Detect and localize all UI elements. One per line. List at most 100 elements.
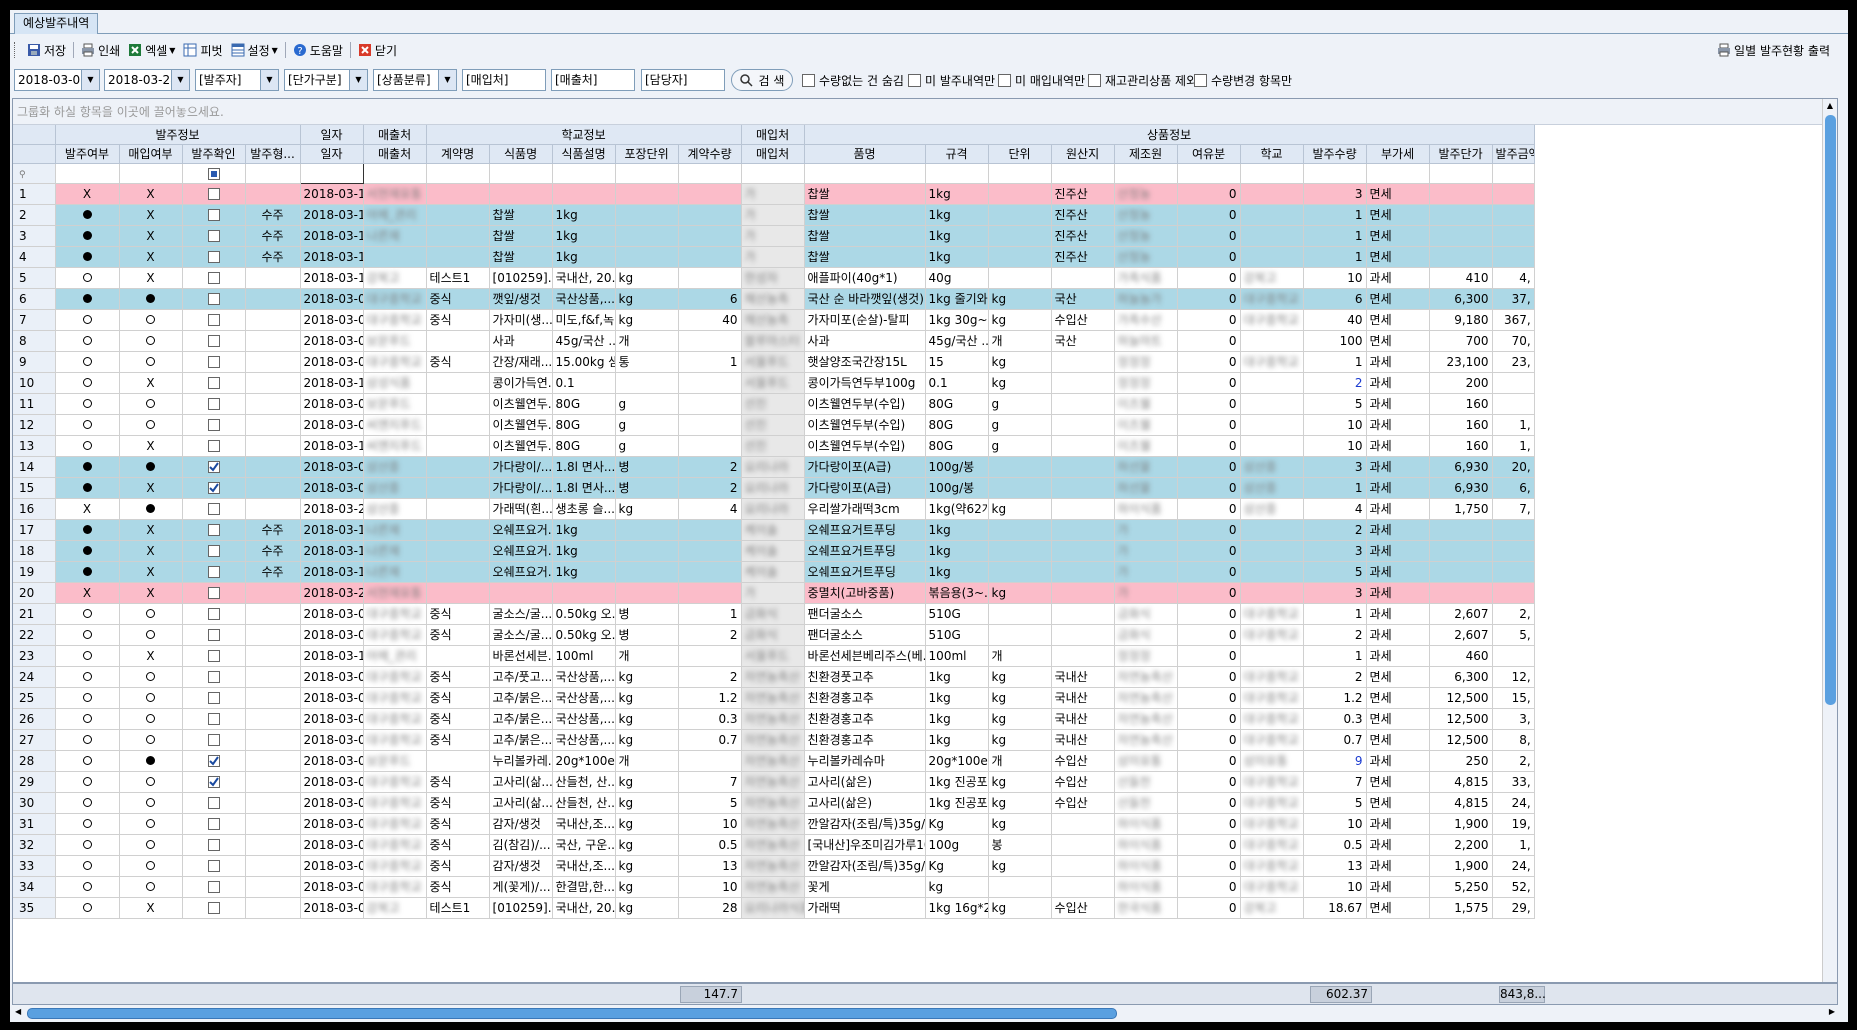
cell-b[interactable]: 자연농축산 — [741, 750, 805, 772]
cell-d[interactable]: 2018-03-10 — [300, 435, 364, 457]
cell-t[interactable] — [245, 834, 301, 856]
cell-pn[interactable]: [국내산]우조미김가루10... — [804, 834, 926, 856]
cell-cn[interactable] — [426, 750, 490, 772]
cell-price[interactable]: 2,200 — [1429, 834, 1493, 856]
cell-b[interactable]: 금화식 — [741, 603, 805, 625]
cell-mk[interactable]: 이츠웰 — [1114, 393, 1178, 415]
cell-fd[interactable]: 80G — [552, 414, 616, 436]
cell-oq[interactable]: 0.3 — [1303, 708, 1367, 730]
cell-t[interactable]: 수주 — [245, 204, 301, 226]
table-row[interactable]: 222018-03-07대구중학교중식굴소스/굴...0.50kg 오...병2… — [13, 624, 1535, 646]
cell-o[interactable] — [55, 708, 120, 730]
filter-cell[interactable] — [489, 163, 553, 184]
order-confirm-checkbox[interactable] — [207, 671, 220, 683]
cell-r[interactable]: 0 — [1177, 309, 1241, 331]
cell-vat[interactable]: 과세 — [1366, 393, 1430, 415]
date-from-field[interactable]: 2018-03-01 ▼ — [14, 69, 100, 91]
cell-p[interactable] — [119, 414, 183, 436]
cell-b[interactable]: 가 — [741, 582, 805, 604]
cell-b[interactable]: 자연농축산 — [741, 666, 805, 688]
cell-t[interactable]: 수주 — [245, 540, 301, 562]
cell-price[interactable] — [1429, 183, 1493, 205]
order-confirm-checkbox[interactable] — [207, 860, 220, 872]
cell-d[interactable]: 2018-03-28 — [300, 582, 364, 604]
cell-fd[interactable]: 1.8l 면사... — [552, 477, 616, 499]
cell-pn[interactable]: 바론선세븐베리주스(베... — [804, 645, 926, 667]
cell-q[interactable]: 5 — [678, 792, 742, 814]
cell-q[interactable] — [678, 183, 742, 205]
cell-r[interactable]: 0 — [1177, 729, 1241, 751]
cell-c[interactable] — [182, 624, 246, 646]
cell-q[interactable] — [678, 204, 742, 226]
cell-d[interactable]: 2018-03-16 — [300, 540, 364, 562]
cell-n[interactable]: 3 — [13, 225, 56, 247]
order-confirm-checkbox[interactable] — [207, 776, 220, 788]
cell-p[interactable] — [119, 729, 183, 751]
cell-b[interactable]: 선진 — [741, 393, 805, 415]
cell-sc[interactable] — [1240, 435, 1304, 457]
cell-or[interactable] — [1051, 561, 1115, 583]
cell-cn[interactable]: 테스트1 — [426, 897, 490, 919]
order-confirm-checkbox[interactable] — [207, 587, 220, 599]
table-row[interactable]: 18X수주2018-03-16나른재오쉐프요거...1kg케이솔오쉐프요거트푸딩… — [13, 540, 1535, 562]
cell-cn[interactable] — [426, 393, 490, 415]
cell-s[interactable]: 보문푸드 — [363, 330, 427, 352]
cell-or[interactable] — [1051, 498, 1115, 520]
cell-pn[interactable]: 중멸치(고바중품) — [804, 582, 926, 604]
cell-fn[interactable]: 고추/붉은... — [489, 687, 553, 709]
cell-r[interactable]: 0 — [1177, 414, 1241, 436]
cell-p[interactable] — [119, 876, 183, 898]
cell-r[interactable]: 0 — [1177, 645, 1241, 667]
cell-d[interactable]: 2018-03-07 — [300, 897, 364, 919]
cell-vat[interactable]: 과세 — [1366, 498, 1430, 520]
cell-u[interactable]: kg — [615, 813, 679, 835]
filter-cell[interactable] — [1240, 163, 1304, 184]
cell-b[interactable]: 자연농축산 — [741, 834, 805, 856]
cell-b[interactable]: 서울푸드 — [741, 372, 805, 394]
cell-price[interactable]: 1,750 — [1429, 498, 1493, 520]
cell-d[interactable]: 2018-03-18 — [300, 561, 364, 583]
cell-p[interactable]: X — [119, 477, 183, 499]
cell-r[interactable]: 0 — [1177, 246, 1241, 268]
cell-vat[interactable]: 과세 — [1366, 414, 1430, 436]
cell-oq[interactable]: 1 — [1303, 603, 1367, 625]
cell-c[interactable] — [182, 435, 246, 457]
cell-sp[interactable]: 1kg — [925, 519, 989, 541]
cell-vat[interactable]: 면세 — [1366, 729, 1430, 751]
cell-o[interactable] — [55, 645, 120, 667]
cell-price[interactable]: 460 — [1429, 645, 1493, 667]
cell-n[interactable]: 19 — [13, 561, 56, 583]
order-confirm-checkbox[interactable] — [207, 335, 220, 347]
cell-cn[interactable] — [426, 645, 490, 667]
cell-fd[interactable]: 산들천, 산... — [552, 771, 616, 793]
cell-sp[interactable]: 1kg — [925, 666, 989, 688]
print-button[interactable]: 인쇄 — [77, 39, 124, 61]
cell-o[interactable] — [55, 750, 120, 772]
table-row[interactable]: 20XX2018-03-28서현재유통가중멸치(고바중품)볶음용(3~...kg… — [13, 582, 1535, 604]
cell-p[interactable]: X — [119, 225, 183, 247]
cell-b[interactable]: 가 — [741, 204, 805, 226]
cell-o[interactable] — [55, 687, 120, 709]
column-header-cell[interactable]: 포장단위 — [615, 144, 679, 164]
cell-o[interactable] — [55, 897, 120, 919]
cell-mk[interactable]: 정정정 — [1114, 351, 1178, 373]
cell-pn[interactable]: 가래떡 — [804, 897, 926, 919]
cell-sc[interactable] — [1240, 582, 1304, 604]
order-confirm-checkbox[interactable] — [207, 524, 220, 536]
cell-mk[interactable]: 이츠웰 — [1114, 435, 1178, 457]
cell-fn[interactable]: 찹쌀 — [489, 246, 553, 268]
cell-sc[interactable] — [1240, 183, 1304, 205]
cell-amt[interactable]: 70, — [1492, 330, 1535, 352]
cell-amt[interactable]: 24, — [1492, 855, 1535, 877]
cell-t[interactable] — [245, 582, 301, 604]
cell-or[interactable]: 수입산 — [1051, 309, 1115, 331]
cell-fd[interactable]: 1kg — [552, 246, 616, 268]
cell-u[interactable] — [615, 582, 679, 604]
cell-vat[interactable]: 면세 — [1366, 246, 1430, 268]
cell-or[interactable] — [1051, 582, 1115, 604]
cell-cn[interactable] — [426, 414, 490, 436]
cell-b[interactable]: 금화식 — [741, 624, 805, 646]
cell-amt[interactable] — [1492, 519, 1535, 541]
cell-oq[interactable]: 10 — [1303, 813, 1367, 835]
order-confirm-checkbox[interactable] — [207, 902, 220, 914]
